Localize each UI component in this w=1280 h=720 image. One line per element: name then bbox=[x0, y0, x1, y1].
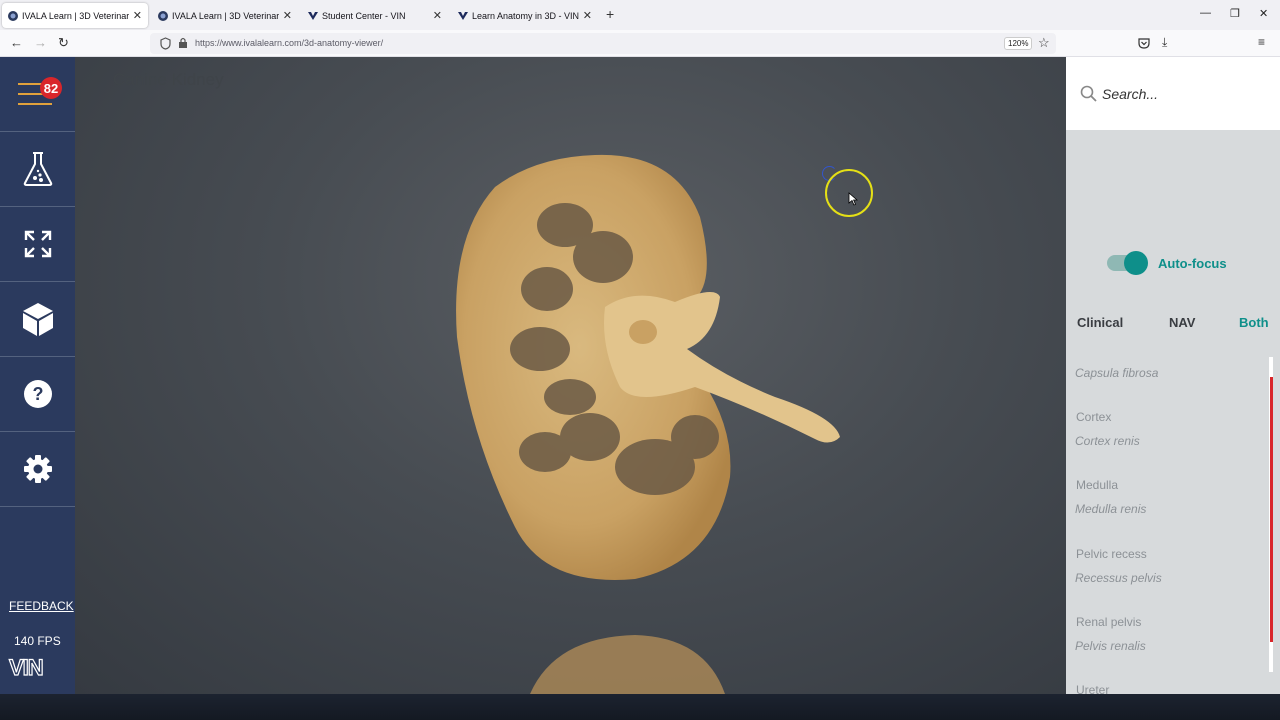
menu-button[interactable]: 82 bbox=[0, 57, 75, 132]
expand-icon bbox=[24, 230, 51, 258]
shield-icon bbox=[160, 37, 171, 50]
tab-label: IVALA Learn | 3D Veterinary A bbox=[172, 10, 279, 21]
browser-tab[interactable]: IVALA Learn | 3D Veterinary A ✕ bbox=[152, 3, 298, 28]
forward-icon[interactable]: → bbox=[34, 35, 47, 50]
model-button[interactable] bbox=[0, 282, 75, 357]
address-bar[interactable]: https://www.ivalalearn.com/3d-anatomy-vi… bbox=[150, 33, 1056, 54]
hamburger-menu-icon[interactable]: ≡ bbox=[1258, 35, 1265, 49]
flask-icon bbox=[23, 152, 52, 186]
term-english: Pelvic recess bbox=[1076, 547, 1147, 561]
term-latin: Pelvis renalis bbox=[1075, 639, 1146, 653]
toggle-knob bbox=[1124, 251, 1148, 275]
svg-text:?: ? bbox=[32, 384, 43, 404]
browser-tab-bar: IVALA Learn | 3D Veterinary A ✕ IVALA Le… bbox=[0, 0, 1280, 30]
back-icon[interactable]: ← bbox=[10, 35, 23, 50]
pocket-icon[interactable] bbox=[1138, 37, 1150, 49]
notification-badge: 82 bbox=[40, 77, 62, 99]
tab-label: Student Center - VIN bbox=[322, 10, 406, 21]
term-latin: Medulla renis bbox=[1075, 502, 1147, 516]
tab-close-icon[interactable]: ✕ bbox=[283, 9, 292, 22]
minimize-icon[interactable]: — bbox=[1200, 7, 1211, 19]
vin-favicon-icon bbox=[458, 11, 468, 20]
url-text: https://www.ivalalearn.com/3d-anatomy-vi… bbox=[195, 38, 384, 48]
search-input[interactable] bbox=[1102, 84, 1262, 104]
vin-favicon-icon bbox=[308, 11, 318, 20]
term-english: Ureter bbox=[1076, 683, 1110, 694]
kidney-model[interactable] bbox=[75, 57, 1066, 694]
tab-close-icon[interactable]: ✕ bbox=[433, 9, 442, 22]
structure-panel: Auto-focus Clinical NAV Both Capsula fib… bbox=[1066, 57, 1280, 694]
term-english: Renal pelvis bbox=[1076, 615, 1142, 629]
tab-both[interactable]: Both bbox=[1239, 315, 1269, 330]
os-taskbar bbox=[0, 694, 1280, 720]
mouse-pointer-icon bbox=[848, 192, 858, 206]
feedback-link[interactable]: FEEDBACK bbox=[9, 599, 74, 613]
3d-viewer-canvas[interactable]: Canine Kidney bbox=[75, 57, 1066, 694]
tab-label: IVALA Learn | 3D Veterinary A bbox=[22, 10, 129, 21]
browser-tab[interactable]: IVALA Learn | 3D Veterinary A ✕ bbox=[2, 3, 148, 28]
search-bar bbox=[1066, 57, 1280, 130]
term-latin: Capsula fibrosa bbox=[1075, 366, 1159, 380]
search-icon bbox=[1080, 85, 1097, 102]
term-latin: Recessus pelvis bbox=[1075, 571, 1162, 585]
reload-icon[interactable]: ↻ bbox=[58, 35, 69, 51]
term-latin: Cortex renis bbox=[1075, 434, 1140, 448]
new-tab-icon[interactable]: + bbox=[606, 6, 614, 22]
cube-icon bbox=[22, 303, 53, 336]
close-window-icon[interactable]: ✕ bbox=[1259, 7, 1268, 20]
tab-close-icon[interactable]: ✕ bbox=[133, 9, 142, 22]
fullscreen-button[interactable] bbox=[0, 207, 75, 282]
autofocus-toggle[interactable] bbox=[1107, 251, 1148, 275]
restore-icon[interactable]: ❐ bbox=[1230, 7, 1240, 20]
bookmark-star-icon[interactable]: ☆ bbox=[1038, 35, 1050, 51]
scrollbar-thumb[interactable] bbox=[1270, 377, 1273, 642]
app-sidebar: 82 ? FEEDBACK 140 FPS VIN bbox=[0, 57, 75, 694]
help-button[interactable]: ? bbox=[0, 357, 75, 432]
term-english: Medulla bbox=[1076, 478, 1119, 492]
gear-icon bbox=[23, 455, 52, 483]
help-icon: ? bbox=[23, 380, 52, 408]
tab-close-icon[interactable]: ✕ bbox=[583, 9, 592, 22]
zoom-level[interactable]: 120% bbox=[1004, 37, 1033, 50]
settings-button[interactable] bbox=[0, 432, 75, 507]
ivala-favicon-icon bbox=[8, 10, 18, 21]
autofocus-label: Auto-focus bbox=[1158, 256, 1227, 271]
vin-logo: VIN bbox=[8, 654, 44, 680]
browser-tab[interactable]: Learn Anatomy in 3D - VIN ✕ bbox=[452, 3, 598, 28]
lab-button[interactable] bbox=[0, 132, 75, 207]
tab-clinical[interactable]: Clinical bbox=[1077, 315, 1123, 330]
browser-nav-bar: ← → ↻ https://www.ivalalearn.com/3d-anat… bbox=[0, 30, 1280, 57]
browser-tab[interactable]: Student Center - VIN ✕ bbox=[302, 3, 448, 28]
term-english: Cortex bbox=[1076, 410, 1112, 424]
download-icon[interactable]: ⤓ bbox=[1162, 35, 1167, 50]
lock-icon bbox=[179, 37, 187, 48]
ivala-favicon-icon bbox=[158, 10, 168, 21]
tab-label: Learn Anatomy in 3D - VIN bbox=[472, 10, 579, 21]
tab-nav[interactable]: NAV bbox=[1169, 315, 1195, 330]
fps-counter: 140 FPS bbox=[14, 634, 61, 648]
